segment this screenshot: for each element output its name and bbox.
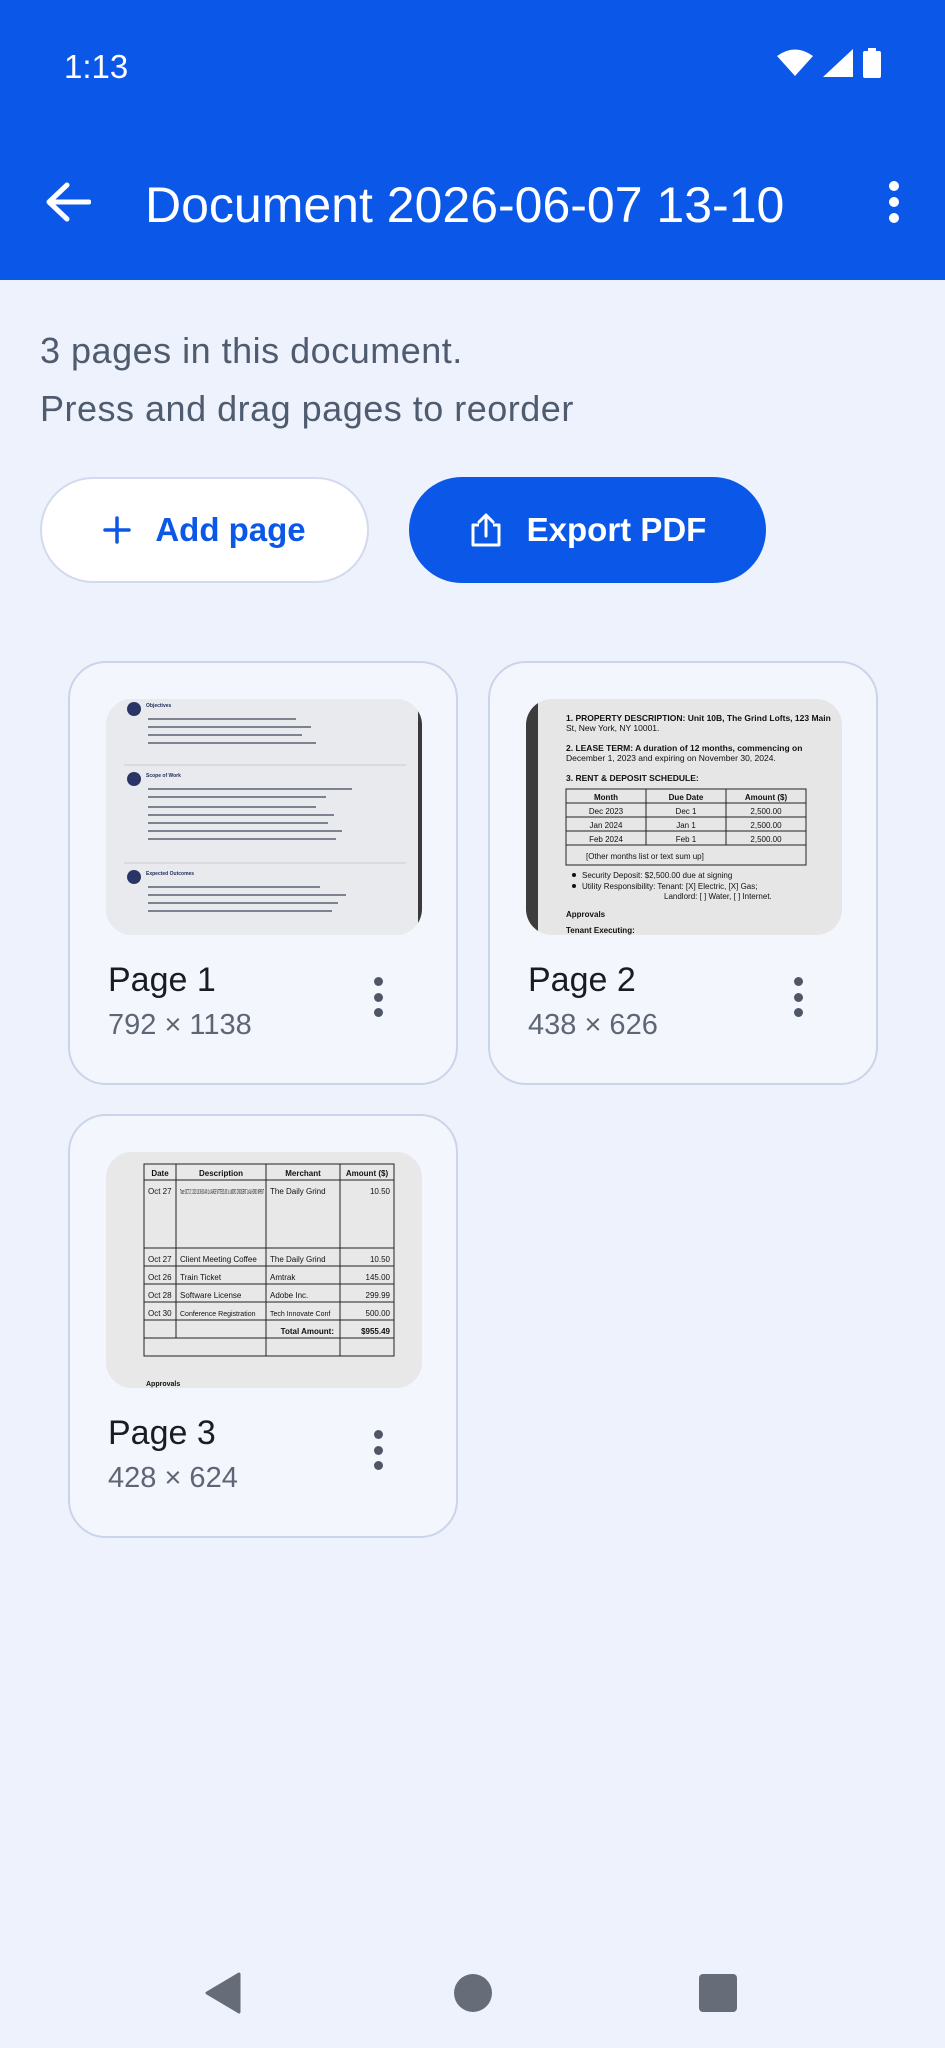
app-bar: 1:13 Document 2026-06-07 13-10 (0, 0, 945, 280)
svg-text:Amtrak: Amtrak (270, 1273, 296, 1282)
svg-text:Adobe Inc.: Adobe Inc. (270, 1291, 308, 1300)
svg-text:Jan 1: Jan 1 (676, 821, 696, 830)
svg-text:Landlord: [ ] Water, [ ] Inter: Landlord: [ ] Water, [ ] Internet. (664, 892, 772, 901)
svg-text:Total Amount:: Total Amount: (281, 1327, 334, 1336)
add-page-label: Add page (155, 511, 306, 548)
svg-text:Description: Description (199, 1169, 243, 1178)
svg-text:Oct 27: Oct 27 (148, 1187, 172, 1196)
svg-text:2,500.00: 2,500.00 (750, 807, 782, 816)
page-count-text: 3 pages in this document. (40, 330, 463, 371)
svg-text:Security Deposit: $2,500.00 du: Security Deposit: $2,500.00 due at signi… (582, 871, 732, 880)
add-page-button[interactable]: Add page (40, 477, 369, 583)
thumb-heading: Expected Outcomes (146, 871, 194, 877)
svg-text:1. PROPERTY DESCRIPTION: Unit: 1. PROPERTY DESCRIPTION: Unit 10B, The G… (566, 713, 831, 723)
nav-back-icon[interactable] (205, 1972, 241, 2014)
svg-text:[Other months list or text sum: [Other months list or text sum up] (586, 852, 704, 861)
svg-text:$955.49: $955.49 (361, 1327, 390, 1336)
svg-text:Oct 26: Oct 26 (148, 1273, 172, 1282)
svg-text:500.00: 500.00 (366, 1309, 391, 1318)
nav-recents-icon[interactable] (699, 1974, 737, 2012)
export-pdf-label: Export PDF (526, 511, 707, 548)
status-icons (777, 48, 881, 78)
svg-text:Month: Month (594, 793, 618, 802)
svg-text:The Daily Grind: The Daily Grind (270, 1255, 326, 1264)
svg-text:2,500.00: 2,500.00 (750, 821, 782, 830)
svg-text:Amount ($): Amount ($) (745, 793, 788, 802)
page-thumbnail: 1. PROPERTY DESCRIPTION: Unit 10B, The G… (526, 699, 842, 935)
nav-home-icon[interactable] (454, 1974, 492, 2012)
page-thumbnail: Date Description Merchant Amount ($) Oct… (106, 1152, 422, 1388)
svg-text:Amount ($): Amount ($) (346, 1169, 389, 1178)
svg-text:10.50: 10.50 (370, 1255, 391, 1264)
page-dimensions: 428 × 624 (108, 1462, 238, 1494)
status-time: 1:13 (64, 48, 129, 85)
svg-text:Due Date: Due Date (669, 793, 704, 802)
back-button[interactable] (36, 170, 100, 234)
svg-text:Conference Registration: Conference Registration (180, 1311, 256, 1318)
svg-text:Oct 30: Oct 30 (148, 1309, 172, 1318)
svg-text:Tech Innovate Conf: Tech Innovate Conf (270, 1311, 330, 1318)
svg-text:Oct 28: Oct 28 (148, 1291, 172, 1300)
page-dimensions: 792 × 1138 (108, 1009, 252, 1041)
wifi-icon (777, 49, 813, 76)
svg-text:3. RENT & DEPOSIT SCHEDULE:: 3. RENT & DEPOSIT SCHEDULE: (566, 773, 699, 783)
svg-text:Date: Date (151, 1169, 169, 1178)
svg-text:Software License: Software License (180, 1291, 242, 1300)
svg-text:Dec 1: Dec 1 (676, 807, 697, 816)
thumb-heading: Objectives (146, 703, 172, 709)
page-card[interactable]: 1. PROPERTY DESCRIPTION: Unit 10B, The G… (488, 661, 878, 1085)
svg-text:Trace OCT 27, 2023 10:30-30 AM: Trace OCT 27, 2023 10:30-30 AM 1x LARGE … (180, 1189, 264, 1196)
svg-text:299.99: 299.99 (366, 1291, 391, 1300)
battery-icon (863, 48, 881, 78)
svg-text:Utility Responsibility: Tenant: Utility Responsibility: Tenant: [X] Elec… (582, 882, 757, 891)
svg-text:Train Ticket: Train Ticket (180, 1273, 222, 1282)
system-nav-bar (0, 1940, 945, 2048)
svg-text:Client Meeting Coffee: Client Meeting Coffee (180, 1255, 257, 1264)
export-pdf-button[interactable]: Export PDF (409, 477, 766, 583)
page-menu-button[interactable] (786, 973, 810, 1021)
signal-icon (823, 49, 853, 77)
overflow-menu-button[interactable] (869, 170, 919, 234)
arrow-back-icon (46, 182, 91, 222)
svg-text:Oct 27: Oct 27 (148, 1255, 172, 1264)
page-card[interactable]: Objectives Scope of Work Expected Outcom… (68, 661, 458, 1085)
page-menu-button[interactable] (366, 1426, 390, 1474)
document-info: 3 pages in this document. Press and drag… (40, 322, 574, 438)
svg-text:145.00: 145.00 (366, 1273, 391, 1282)
page-card[interactable]: Date Description Merchant Amount ($) Oct… (68, 1114, 458, 1538)
thumb-heading: Scope of Work (146, 773, 181, 779)
svg-text:Approvals: Approvals (146, 1381, 180, 1388)
page-menu-button[interactable] (366, 973, 390, 1021)
svg-text:The Daily Grind: The Daily Grind (270, 1187, 326, 1196)
reorder-hint-text: Press and drag pages to reorder (40, 388, 574, 429)
svg-text:Feb 1: Feb 1 (676, 835, 697, 844)
svg-text:Tenant Executing:: Tenant Executing: (566, 926, 635, 935)
page-label: Page 2 (528, 961, 636, 999)
svg-text:Approvals: Approvals (566, 910, 606, 919)
page-title: Document 2026-06-07 13-10 (145, 177, 785, 233)
svg-text:Jan 2024: Jan 2024 (590, 821, 623, 830)
share-icon (471, 513, 501, 547)
svg-text:10.50: 10.50 (370, 1187, 391, 1196)
svg-text:December 1, 2023 and expiring: December 1, 2023 and expiring on Novembe… (566, 753, 776, 763)
svg-text:2,500.00: 2,500.00 (750, 835, 782, 844)
page-dimensions: 438 × 626 (528, 1009, 658, 1041)
page-label: Page 1 (108, 961, 216, 999)
plus-icon (103, 516, 132, 544)
svg-text:2. LEASE TERM: A duration of 1: 2. LEASE TERM: A duration of 12 months, … (566, 743, 802, 753)
page-label: Page 3 (108, 1414, 216, 1452)
page-thumbnail: Objectives Scope of Work Expected Outcom… (106, 699, 422, 935)
svg-text:Dec 2023: Dec 2023 (589, 807, 624, 816)
svg-text:Merchant: Merchant (285, 1169, 321, 1178)
more-vert-icon (889, 181, 899, 223)
svg-text:Feb 2024: Feb 2024 (589, 835, 623, 844)
svg-text:St, New York, NY 10001.: St, New York, NY 10001. (566, 723, 659, 733)
